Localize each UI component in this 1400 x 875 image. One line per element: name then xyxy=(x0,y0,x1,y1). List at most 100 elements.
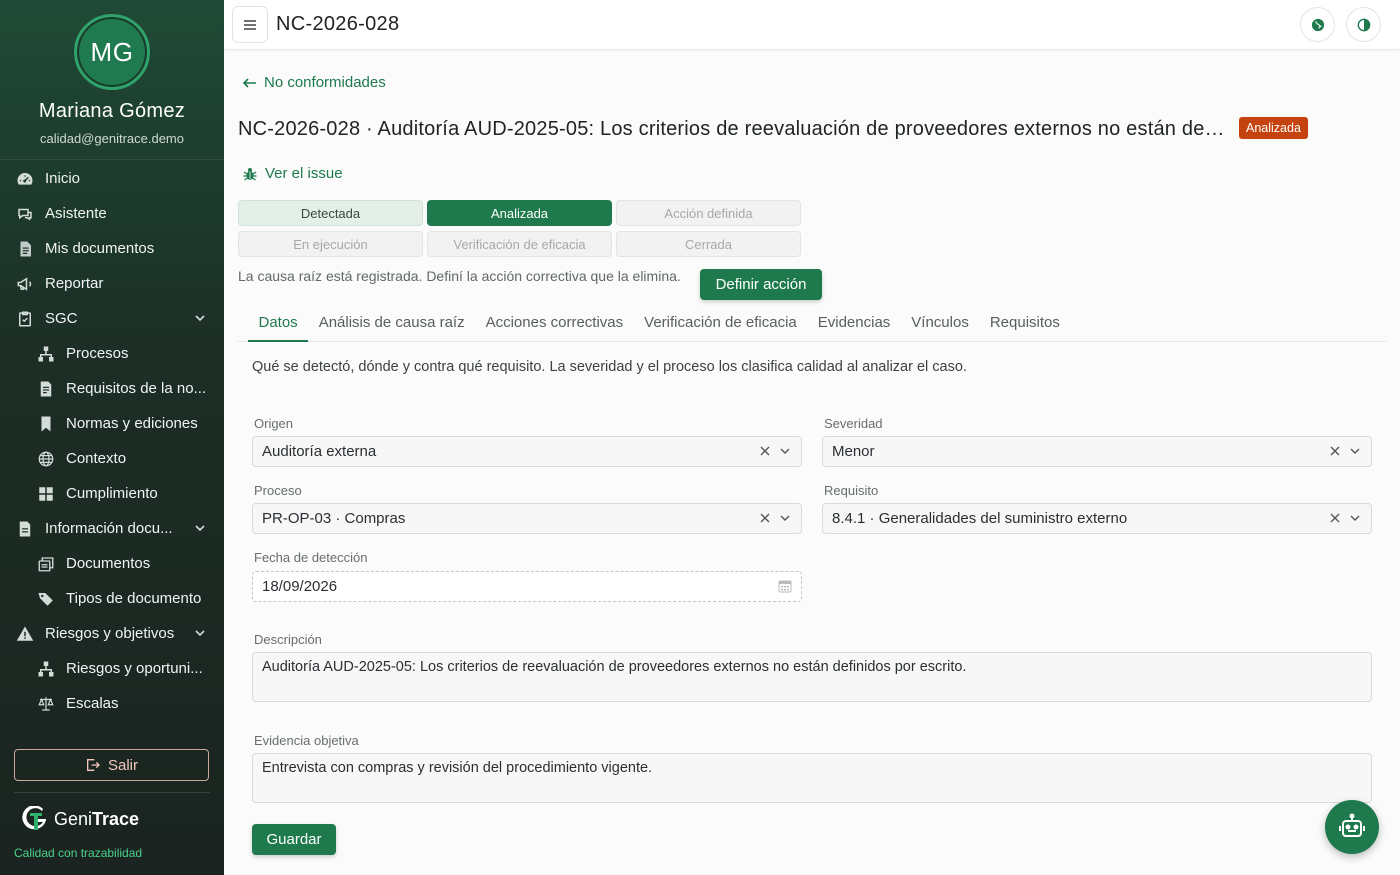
step-verificacion[interactable]: Verificación de eficacia xyxy=(427,231,612,257)
sidebar-item-mis-documentos[interactable]: Mis documentos xyxy=(0,231,224,266)
sidebar-item-label: Documentos xyxy=(66,555,151,572)
tags-icon xyxy=(37,590,55,608)
logout-button[interactable]: Salir xyxy=(14,749,209,781)
back-link-label: No conformidades xyxy=(264,74,386,91)
tab-vinculos[interactable]: Vínculos xyxy=(901,306,980,342)
sidebar-item-inicio[interactable]: Inicio xyxy=(0,161,224,196)
sidebar-item-documentos[interactable]: Documentos xyxy=(0,546,224,581)
sidebar-item-contexto[interactable]: Contexto xyxy=(0,441,224,476)
document-icon xyxy=(37,380,55,398)
tab-analisis-causa-raiz[interactable]: Análisis de causa raíz xyxy=(308,306,475,342)
sidebar-item-requisitos[interactable]: Requisitos de la no... xyxy=(0,371,224,406)
sidebar-item-riesgos-oportunidades[interactable]: Riesgos y oportuni... xyxy=(0,651,224,686)
tab-description: Qué se detectó, dónde y contra qué requi… xyxy=(252,359,967,375)
tab-evidencias[interactable]: Evidencias xyxy=(807,306,901,342)
sidebar-item-label: Escalas xyxy=(66,695,119,712)
tab-verificacion-eficacia[interactable]: Verificación de eficacia xyxy=(634,306,808,342)
requisito-label: Requisito xyxy=(824,483,879,498)
origen-select[interactable]: Auditoría externa xyxy=(252,436,802,467)
proceso-label: Proceso xyxy=(254,483,302,498)
evidencia-textarea[interactable]: Entrevista con compras y revisión del pr… xyxy=(252,753,1372,803)
chevron-down-icon[interactable] xyxy=(1349,512,1361,524)
tab-datos[interactable]: Datos xyxy=(248,306,309,342)
documents-icon xyxy=(16,240,34,258)
brand-name-part2: Trace xyxy=(92,808,140,829)
view-issue-link[interactable]: Ver el issue xyxy=(242,165,343,182)
tab-requisitos[interactable]: Requisitos xyxy=(979,306,1070,342)
origen-value: Auditoría externa xyxy=(262,443,377,460)
chevron-down-icon[interactable] xyxy=(194,522,206,534)
step-accion-definida[interactable]: Acción definida xyxy=(616,200,801,226)
theme-toggle-button[interactable] xyxy=(1346,7,1381,42)
clear-icon[interactable] xyxy=(759,445,771,457)
back-link[interactable]: No conformidades xyxy=(242,74,386,91)
step-cerrada[interactable]: Cerrada xyxy=(616,231,801,257)
sidebar-item-sgc[interactable]: SGC xyxy=(0,301,224,336)
chevron-down-icon[interactable] xyxy=(779,445,791,457)
avatar[interactable]: MG xyxy=(74,14,150,90)
sidebar-item-escalas[interactable]: Escalas xyxy=(0,686,224,721)
sidebar-item-cumplimiento[interactable]: Cumplimiento xyxy=(0,476,224,511)
brand-tagline: Calidad con trazabilidad xyxy=(14,846,143,860)
evidencia-label: Evidencia objetiva xyxy=(254,733,359,748)
fecha-label: Fecha de detección xyxy=(254,550,368,565)
arrow-left-icon xyxy=(242,77,256,88)
sidebar-item-normas[interactable]: Normas y ediciones xyxy=(0,406,224,441)
sidebar-item-label: Cumplimiento xyxy=(66,485,158,502)
tabs: Datos Análisis de causa raíz Acciones co… xyxy=(238,306,1386,342)
sidebar-item-riesgos[interactable]: Riesgos y objetivos xyxy=(0,616,224,651)
language-button[interactable] xyxy=(1300,7,1335,42)
assistant-bot-button[interactable] xyxy=(1325,800,1379,854)
user-name: Mariana Gómez xyxy=(38,100,186,122)
clipboard-check-icon xyxy=(16,310,34,328)
sidebar-item-label: Requisitos de la no... xyxy=(66,380,207,397)
sidebar-item-procesos[interactable]: Procesos xyxy=(0,336,224,371)
sidebar-item-label: SGC xyxy=(45,310,78,327)
megaphone-icon xyxy=(16,275,34,293)
globe-icon xyxy=(37,450,55,468)
chevron-down-icon[interactable] xyxy=(779,512,791,524)
tab-acciones-correctivas[interactable]: Acciones correctivas xyxy=(475,306,634,342)
sidebar-item-label: Inicio xyxy=(45,170,81,187)
step-analizada[interactable]: Analizada xyxy=(427,200,612,226)
genitrace-logo-icon xyxy=(22,806,46,830)
clear-icon[interactable] xyxy=(759,512,771,524)
user-email: calidad@genitrace.demo xyxy=(39,131,184,146)
clear-icon[interactable] xyxy=(1329,512,1341,524)
chevron-down-icon[interactable] xyxy=(1349,445,1361,457)
brand-name-part1: Geni xyxy=(54,808,93,829)
hamburger-icon xyxy=(244,19,256,30)
requisito-value: 8.4.1 · Generalidades del suministro ext… xyxy=(832,510,1128,527)
severidad-value: Menor xyxy=(832,443,875,460)
chevron-down-icon[interactable] xyxy=(194,312,206,324)
define-action-button[interactable]: Definir acción xyxy=(700,269,822,300)
sidebar-item-label: Mis documentos xyxy=(45,240,155,257)
descripcion-textarea[interactable]: Auditoría AUD-2025-05: Los criterios de … xyxy=(252,652,1372,702)
save-button[interactable]: Guardar xyxy=(252,824,336,855)
step-hint: La causa raíz está registrada. Definí la… xyxy=(238,268,681,284)
dashboard-icon xyxy=(16,170,34,188)
sidebar-item-informacion[interactable]: Información docu... xyxy=(0,511,224,546)
calendar-icon[interactable] xyxy=(778,579,792,593)
fecha-input[interactable]: 18/09/2026 xyxy=(252,571,802,602)
requisito-select[interactable]: 8.4.1 · Generalidades del suministro ext… xyxy=(822,503,1372,534)
scale-icon xyxy=(37,695,55,713)
grid-icon xyxy=(37,485,55,503)
proceso-select[interactable]: PR-OP-03 · Compras xyxy=(252,503,802,534)
sidebar-divider xyxy=(14,792,210,793)
workflow-steps: Detectada Analizada Acción definida En e… xyxy=(238,200,802,257)
bookmark-icon xyxy=(37,415,55,433)
step-en-ejecucion[interactable]: En ejecución xyxy=(238,231,423,257)
severidad-select[interactable]: Menor xyxy=(822,436,1372,467)
sidebar-item-tipos[interactable]: Tipos de documento xyxy=(0,581,224,616)
step-detectada[interactable]: Detectada xyxy=(238,200,423,226)
topbar-title: NC-2026-028 xyxy=(276,13,400,35)
sidebar-item-asistente[interactable]: Asistente xyxy=(0,196,224,231)
brand-logo: Geni Trace xyxy=(22,806,139,832)
menu-button[interactable] xyxy=(232,6,268,43)
main-content: No conformidades NC-2026-028 · Auditoría… xyxy=(224,50,1400,875)
clear-icon[interactable] xyxy=(1329,445,1341,457)
chevron-down-icon[interactable] xyxy=(194,627,206,639)
sidebar-item-reportar[interactable]: Reportar xyxy=(0,266,224,301)
hierarchy-icon xyxy=(37,660,55,678)
